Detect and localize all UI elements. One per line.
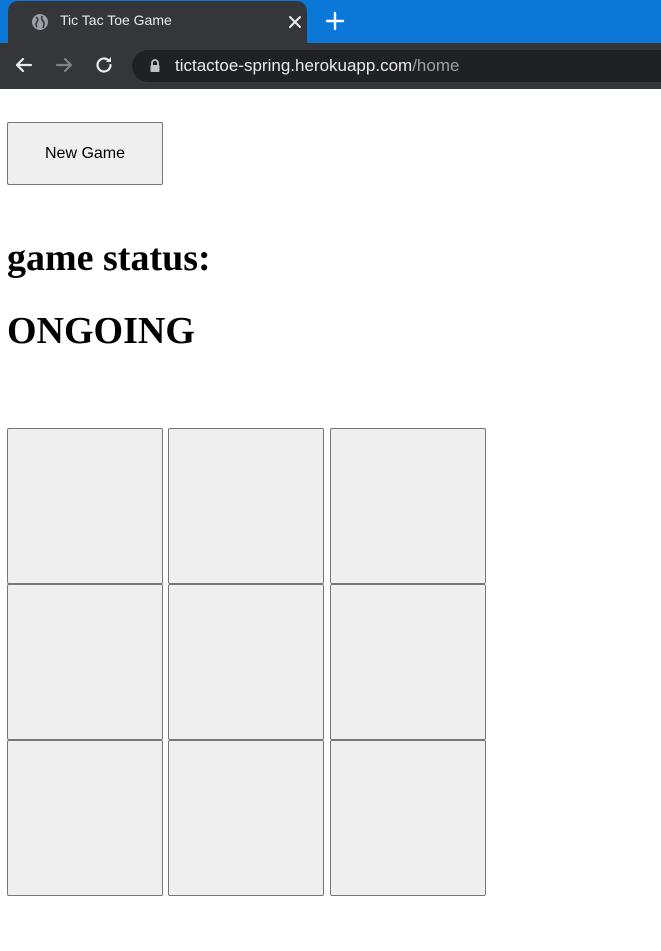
board-cell-6[interactable] <box>7 740 163 896</box>
url-text: tictactoe-spring.herokuapp.com/home <box>175 56 459 76</box>
globe-icon <box>32 14 48 30</box>
board-cell-2[interactable] <box>330 428 486 584</box>
browser-tab[interactable]: Tic Tac Toe Game <box>8 1 307 43</box>
url-path: /home <box>412 56 460 75</box>
game-status-label: game status: <box>7 237 211 279</box>
board-cell-4[interactable] <box>168 584 324 740</box>
board-cell-5[interactable] <box>330 584 486 740</box>
board-cell-8[interactable] <box>330 740 486 896</box>
board-cell-1[interactable] <box>168 428 324 584</box>
game-board <box>7 428 487 897</box>
forward-arrow-icon[interactable] <box>52 53 76 77</box>
board-cell-0[interactable] <box>7 428 163 584</box>
address-bar[interactable]: tictactoe-spring.herokuapp.com/home <box>132 50 661 82</box>
url-host: tictactoe-spring.herokuapp.com <box>175 56 413 75</box>
browser-tabstrip: Tic Tac Toe Game <box>0 0 661 43</box>
back-arrow-icon[interactable] <box>12 53 36 77</box>
browser-toolbar: tictactoe-spring.herokuapp.com/home <box>0 43 661 89</box>
new-tab-plus-icon[interactable] <box>323 9 347 33</box>
board-cell-7[interactable] <box>168 740 324 896</box>
game-status-value: ONGOING <box>7 310 195 352</box>
lock-icon <box>150 59 160 72</box>
new-game-button[interactable]: New Game <box>7 122 163 185</box>
tab-title: Tic Tac Toe Game <box>60 12 172 28</box>
board-cell-3[interactable] <box>7 584 163 740</box>
reload-icon[interactable] <box>92 53 116 77</box>
close-icon[interactable] <box>286 13 304 31</box>
page-content: New Game game status: ONGOING <box>0 89 661 951</box>
